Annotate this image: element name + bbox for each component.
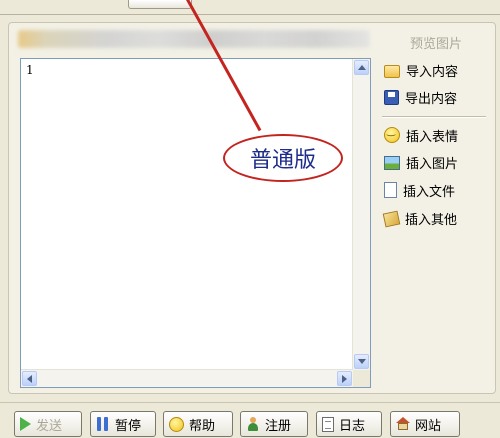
picture-icon <box>384 156 400 170</box>
annotation-label: 普通版 <box>249 148 316 173</box>
insert-file-label: 插入文件 <box>403 184 456 200</box>
insert-file-button[interactable]: 插入文件 <box>384 180 455 200</box>
pause-label: 暂停 <box>115 418 142 434</box>
insert-other-label: 插入其他 <box>405 212 458 228</box>
import-content-button[interactable]: 导入内容 <box>384 60 458 80</box>
help-smiley-icon <box>169 416 184 432</box>
send-button[interactable]: 发送 <box>14 411 82 437</box>
folder-icon <box>384 65 400 78</box>
pause-icon <box>96 417 110 431</box>
insert-image-button[interactable]: 插入图片 <box>384 152 458 172</box>
blurred-title-bar <box>18 30 370 48</box>
home-icon <box>396 417 410 431</box>
pause-button[interactable]: 暂停 <box>90 411 156 437</box>
log-document-icon <box>322 416 334 432</box>
file-icon <box>384 182 397 198</box>
export-content-label: 导出内容 <box>405 91 458 107</box>
preview-image-button[interactable]: 预览图片 <box>410 32 462 52</box>
register-label: 注册 <box>265 418 292 434</box>
import-content-label: 导入内容 <box>406 64 459 80</box>
website-button[interactable]: 网站 <box>390 411 460 437</box>
arrow-right-icon <box>342 374 347 383</box>
scroll-right-button[interactable] <box>337 371 352 386</box>
top-panel-edge <box>0 0 500 15</box>
help-button[interactable]: 帮助 <box>163 411 233 437</box>
arrow-left-icon <box>27 374 32 383</box>
scroll-corner <box>353 370 370 387</box>
user-icon <box>246 417 260 431</box>
preview-image-label: 预览图片 <box>410 36 463 52</box>
export-content-button[interactable]: 导出内容 <box>384 87 457 107</box>
annotation-callout: 普通版 <box>223 134 343 182</box>
content-editor[interactable]: 1 <box>20 58 371 388</box>
scroll-up-button[interactable] <box>354 60 369 75</box>
log-label: 日志 <box>339 418 366 434</box>
play-icon <box>20 417 31 431</box>
insert-emoji-button[interactable]: 插入表情 <box>384 125 458 145</box>
insert-emoji-label: 插入表情 <box>406 129 459 145</box>
smiley-icon <box>384 126 400 143</box>
register-button[interactable]: 注册 <box>240 411 308 437</box>
arrow-up-icon <box>357 65 366 70</box>
editor-text: 1 <box>26 63 34 77</box>
horizontal-scrollbar[interactable] <box>21 369 353 387</box>
vertical-scrollbar[interactable] <box>352 59 370 370</box>
side-separator <box>382 116 486 118</box>
arrow-down-icon <box>357 359 366 364</box>
save-icon <box>384 89 399 105</box>
send-label: 发送 <box>36 418 63 434</box>
scroll-left-button[interactable] <box>22 371 37 386</box>
insert-other-button[interactable]: 插入其他 <box>382 208 458 228</box>
top-button-edge[interactable] <box>128 0 192 9</box>
scroll-down-button[interactable] <box>354 354 369 369</box>
website-label: 网站 <box>415 418 442 434</box>
log-button[interactable]: 日志 <box>316 411 382 437</box>
other-icon <box>382 210 401 228</box>
insert-image-label: 插入图片 <box>406 156 459 172</box>
help-label: 帮助 <box>189 418 216 434</box>
